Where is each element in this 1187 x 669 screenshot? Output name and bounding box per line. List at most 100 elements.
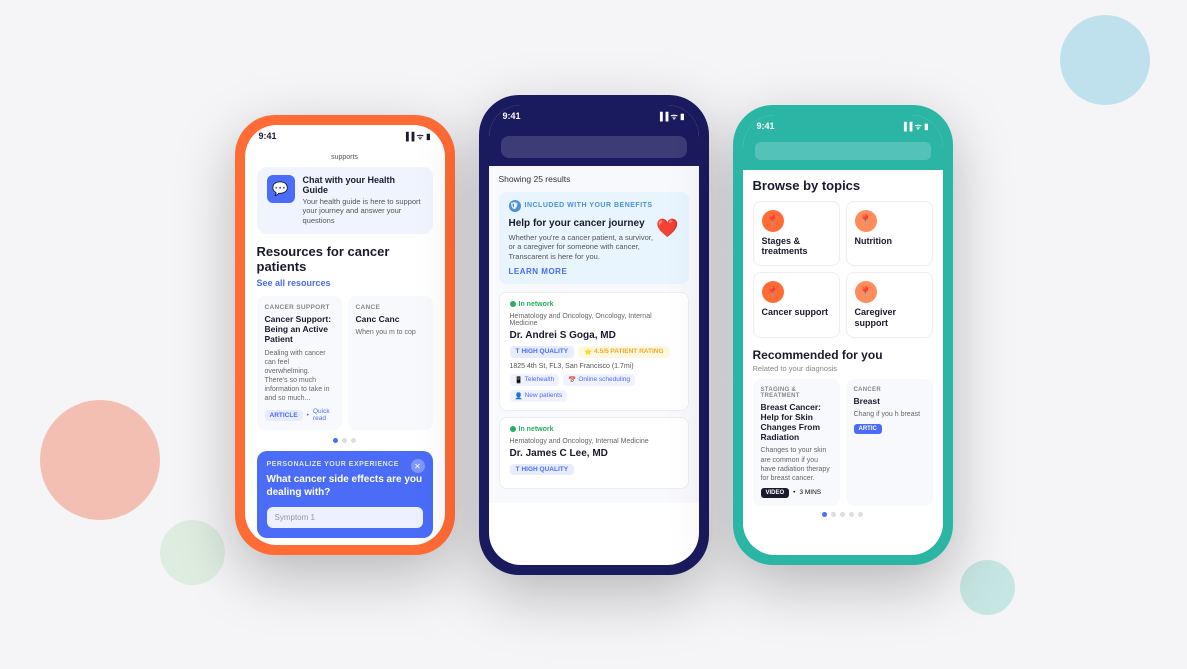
results-count: Showing 25 results (499, 174, 689, 184)
benefit-desc: Whether you're a cancer patient, a survi… (509, 233, 657, 262)
doctor-1-features: 📱 Telehealth 📅 Online scheduling 👤 New p… (510, 374, 678, 402)
rec-card-2[interactable]: CANCER Breast Chang if you h breast ARTI… (846, 379, 933, 506)
meta-dot: • (793, 489, 795, 496)
doctor-2-specialty: Hematology and Oncology, Internal Medici… (510, 438, 678, 445)
phone-2-body: Showing 25 results 🛡 INCLUDED WITH YOUR … (489, 166, 699, 503)
search-bar[interactable] (501, 136, 687, 158)
doctor-card-1[interactable]: In network Hematology and Oncology, Onco… (499, 292, 689, 411)
doctor-2-name: Dr. James C Lee, MD (510, 448, 678, 459)
card-2-desc: When you m to cop (356, 328, 425, 337)
phone-3-screen: 9:41 ▐▐ ᯤ ▮ Browse by topics 📍 Stages & … (743, 115, 943, 555)
symptom-input[interactable]: Symptom 1 (267, 507, 423, 528)
card-2-title: Canc Canc (356, 314, 425, 324)
rec-dot-1 (822, 512, 827, 517)
personalize-question: What cancer side effects are you dealing… (267, 473, 423, 499)
in-network-2: In network (510, 426, 678, 433)
rec-card-2-meta: ARTIC (854, 424, 925, 434)
feature-scheduling: 📅 Online scheduling (563, 374, 635, 386)
quality-t-icon: T (516, 348, 520, 355)
supports-label: supports (257, 154, 433, 161)
phone-3-body: Browse by topics 📍 Stages & treatments 📍… (743, 170, 943, 533)
cancer-support-icon: 📍 (762, 281, 784, 303)
article-cards-row: CANCER SUPPORT Cancer Support: Being an … (257, 296, 433, 430)
card-1-meta: ARTICLE • Quick read (265, 408, 334, 422)
phone-1-screen: 9:41 ▐▐ ᯤ ▮ supports 💬 Chat with your He… (245, 125, 445, 545)
topic-card-stages[interactable]: 📍 Stages & treatments (753, 201, 840, 267)
rec-card-2-tag: CANCER (854, 387, 925, 393)
phone-2-time: 9:41 (503, 111, 521, 121)
rec-card-1[interactable]: STAGING & TREATMENT Breast Cancer: Help … (753, 379, 840, 506)
cancer-support-label: Cancer support (762, 307, 831, 318)
rec-cards-row: STAGING & TREATMENT Breast Cancer: Help … (753, 379, 933, 506)
nutrition-icon: 📍 (855, 210, 877, 232)
personalize-tag: PERSONALIZE YOUR EXPERIENCE (267, 461, 423, 468)
chat-text: Chat with your Health Guide Your health … (303, 175, 423, 226)
video-duration: 3 MINS (799, 489, 821, 496)
doctor-card-2[interactable]: In network Hematology and Oncology, Inte… (499, 417, 689, 489)
nutrition-label: Nutrition (855, 236, 924, 247)
learn-more-btn[interactable]: LEARN MORE (509, 267, 657, 276)
phone-1-status-bar: 9:41 ▐▐ ᯤ ▮ (245, 125, 445, 146)
dot-3 (351, 438, 356, 443)
rec-card-1-title: Breast Cancer: Help for Skin Changes Fro… (761, 402, 832, 443)
feature-telehealth: 📱 Telehealth (510, 374, 560, 386)
topic-card-caregiver[interactable]: 📍 Caregiver support (846, 272, 933, 338)
network-label-1: In network (519, 301, 554, 308)
quality-badge-2: T HIGH QUALITY (510, 464, 575, 475)
phone-2-header (489, 126, 699, 166)
phone-2-screen: 9:41 ▐▐ ᯤ ▮ Showing 25 results 🛡 INCLUDE… (489, 105, 699, 565)
article-card-1[interactable]: CANCER SUPPORT Cancer Support: Being an … (257, 296, 342, 430)
benefit-banner[interactable]: 🛡 INCLUDED WITH YOUR BENEFITS Help for y… (499, 192, 689, 284)
benefit-tag-label: INCLUDED WITH YOUR BENEFITS (525, 202, 653, 209)
see-all-resources[interactable]: See all resources (257, 278, 433, 288)
network-label-2: In network (519, 426, 554, 433)
personalize-card[interactable]: ✕ PERSONALIZE YOUR EXPERIENCE What cance… (257, 451, 433, 538)
network-dot-2 (510, 426, 516, 432)
recommended-section: Recommended for you Related to your diag… (753, 348, 933, 517)
card-1-title: Cancer Support: Being an Active Patient (265, 314, 334, 345)
heart-icon: ❤️ (656, 218, 678, 239)
chat-card[interactable]: 💬 Chat with your Health Guide Your healt… (257, 167, 433, 234)
rec-pagination-dots (753, 512, 933, 517)
benefit-tag: 🛡 INCLUDED WITH YOUR BENEFITS (509, 200, 679, 212)
rec-dot-4 (849, 512, 854, 517)
benefit-icon: 🛡 (509, 200, 521, 212)
rec-dot-3 (840, 512, 845, 517)
card-1-read: • (307, 412, 309, 419)
in-network-1: In network (510, 301, 678, 308)
phones-container: 9:41 ▐▐ ᯤ ▮ supports 💬 Chat with your He… (0, 0, 1187, 669)
topic-card-nutrition[interactable]: 📍 Nutrition (846, 201, 933, 267)
recommended-title: Recommended for you (753, 348, 933, 362)
rec-dot-5 (858, 512, 863, 517)
benefit-text: Help for your cancer journey Whether you… (509, 218, 657, 276)
chat-icon: 💬 (267, 175, 295, 203)
quality-t-icon-2: T (516, 466, 520, 473)
benefit-title: Help for your cancer journey (509, 218, 657, 229)
phone-1-time: 9:41 (259, 131, 277, 141)
close-button[interactable]: ✕ (411, 459, 425, 473)
phone-1: 9:41 ▐▐ ᯤ ▮ supports 💬 Chat with your He… (235, 115, 455, 555)
doctor-2-badges: T HIGH QUALITY (510, 464, 678, 475)
p3-tab-bar (755, 142, 931, 160)
caregiver-icon: 📍 (855, 281, 877, 303)
rec-card-1-meta: VIDEO • 3 MINS (761, 488, 832, 498)
doctor-1-name: Dr. Andrei S Goga, MD (510, 330, 678, 341)
phone-3-header (743, 136, 943, 170)
card-pagination-dots (257, 438, 433, 443)
network-dot-1 (510, 301, 516, 307)
card-2-tag: CANCE (356, 304, 425, 311)
card-1-desc: Dealing with cancer can feel overwhelmin… (265, 349, 334, 404)
phone-2: 9:41 ▐▐ ᯤ ▮ Showing 25 results 🛡 INCLUDE… (479, 95, 709, 575)
phone-3: 9:41 ▐▐ ᯤ ▮ Browse by topics 📍 Stages & … (733, 105, 953, 565)
doctor-1-address: 1825 4th St, FL3, San Francisco (1.7mi) (510, 363, 678, 370)
phone-3-time: 9:41 (757, 121, 775, 131)
article-card-2[interactable]: CANCE Canc Canc When you m to cop (348, 296, 433, 430)
rec-card-1-desc: Changes to your skin are common if you h… (761, 446, 832, 482)
stages-icon: 📍 (762, 210, 784, 232)
phone-3-status-icons: ▐▐ ᯤ ▮ (901, 121, 929, 132)
topic-card-cancer-support[interactable]: 📍 Cancer support (753, 272, 840, 338)
dot-2 (342, 438, 347, 443)
video-badge: VIDEO (761, 488, 790, 498)
browse-title: Browse by topics (753, 178, 933, 193)
phone-2-status-icons: ▐▐ ᯤ ▮ (657, 111, 685, 122)
